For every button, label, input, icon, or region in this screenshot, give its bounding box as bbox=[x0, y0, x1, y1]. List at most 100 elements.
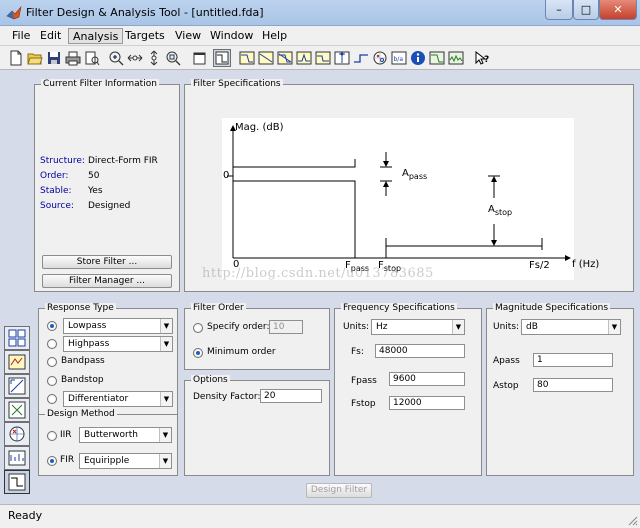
maximize-button[interactable]: □ bbox=[573, 0, 599, 20]
menu-file[interactable]: File bbox=[8, 28, 34, 44]
new-window-icon[interactable] bbox=[192, 50, 208, 66]
group-delay-icon[interactable] bbox=[296, 50, 312, 66]
chevron-down-icon: ▼ bbox=[160, 392, 172, 406]
zoom-in-icon[interactable] bbox=[108, 50, 124, 66]
freq-units-select[interactable]: Hz ▼ bbox=[371, 319, 465, 335]
astop-subscript: stop bbox=[494, 208, 513, 217]
phase-delay-icon[interactable] bbox=[315, 50, 331, 66]
minimum-order-label: Minimum order bbox=[207, 347, 276, 357]
menu-window[interactable]: Window bbox=[206, 28, 257, 44]
minimize-icon: – bbox=[556, 3, 562, 16]
print-preview-icon[interactable] bbox=[84, 50, 100, 66]
filter-coefficients-icon[interactable]: b/a bbox=[391, 50, 407, 66]
menu-help[interactable]: Help bbox=[258, 28, 291, 44]
frequency-axis-label: f (Hz) bbox=[572, 259, 600, 270]
differentiator-select[interactable]: Differentiator ▼ bbox=[63, 391, 173, 407]
differentiator-radio[interactable] bbox=[47, 394, 57, 404]
resize-grip-icon[interactable] bbox=[626, 514, 638, 526]
pole-zero-icon[interactable] bbox=[372, 50, 388, 66]
close-button[interactable]: ✕ bbox=[599, 0, 637, 20]
zoom-x-icon[interactable] bbox=[127, 50, 143, 66]
filter-manager-button[interactable]: Filter Manager ... bbox=[42, 274, 172, 288]
apass-input[interactable]: 1 bbox=[533, 353, 613, 367]
fir-method-select[interactable]: Equiripple ▼ bbox=[79, 453, 172, 469]
astop-input[interactable]: 80 bbox=[533, 378, 613, 392]
impulse-response-icon[interactable] bbox=[334, 50, 350, 66]
open-folder-icon[interactable] bbox=[27, 50, 43, 66]
iir-label: IIR bbox=[60, 430, 72, 440]
chevron-down-icon: ▼ bbox=[159, 428, 171, 442]
sidebar-import-button[interactable] bbox=[4, 398, 30, 422]
response-type-title: Response Type bbox=[45, 303, 116, 313]
step-response-icon[interactable] bbox=[353, 50, 369, 66]
close-icon: ✕ bbox=[613, 3, 623, 16]
specify-order-label: Specify order: bbox=[207, 322, 270, 332]
order-value: 50 bbox=[88, 171, 100, 181]
sidebar-design-filter-button[interactable] bbox=[4, 470, 30, 494]
structure-label: Structure: bbox=[40, 156, 85, 166]
phase-response-icon[interactable] bbox=[258, 50, 274, 66]
fstop-input-label: Fstop bbox=[351, 399, 376, 409]
iir-radio[interactable] bbox=[47, 431, 57, 441]
filter-spec-diagram: Mag. (dB) 0 0 Fpass Fstop Apass Astop Fs… bbox=[222, 118, 574, 280]
whats-this-help-icon[interactable]: ? bbox=[474, 50, 490, 66]
round-off-noise-icon[interactable] bbox=[448, 50, 464, 66]
print-icon[interactable] bbox=[65, 50, 81, 66]
mag-phase-icon[interactable] bbox=[277, 50, 293, 66]
astop-input-label: Astop bbox=[493, 381, 519, 391]
apass-label: Apass bbox=[402, 168, 427, 181]
menu-view[interactable]: View bbox=[171, 28, 205, 44]
lowpass-radio[interactable] bbox=[47, 321, 57, 331]
magnitude-response-icon[interactable] bbox=[239, 50, 255, 66]
magnitude-estimate-icon[interactable] bbox=[429, 50, 445, 66]
highpass-select[interactable]: Highpass ▼ bbox=[63, 336, 173, 352]
sidebar-quantize-button[interactable] bbox=[4, 374, 30, 398]
sidebar-multirate-button[interactable] bbox=[4, 446, 30, 470]
chevron-down-icon: ▼ bbox=[160, 319, 172, 333]
menu-edit[interactable]: Edit bbox=[36, 28, 65, 44]
zoom-y-icon[interactable] bbox=[146, 50, 162, 66]
freq-units-label: Units: bbox=[343, 322, 370, 332]
menu-targets[interactable]: Targets bbox=[121, 28, 169, 44]
freq-units-value: Hz bbox=[376, 322, 388, 332]
minimize-button[interactable]: – bbox=[545, 0, 573, 20]
bandstop-radio[interactable] bbox=[47, 376, 57, 386]
design-filter-button[interactable]: Design Filter bbox=[306, 483, 372, 498]
watermark-text: http://blog.csdn.net/u013783685 bbox=[202, 266, 434, 281]
frequency-specifications-title: Frequency Specifications bbox=[341, 303, 457, 313]
fstop-input[interactable]: 12000 bbox=[389, 396, 465, 410]
specify-order-input[interactable]: 10 bbox=[269, 320, 303, 334]
fir-radio[interactable] bbox=[47, 456, 57, 466]
minimum-order-radio[interactable] bbox=[193, 348, 203, 358]
apass-symbol: A bbox=[402, 168, 409, 179]
design-method-title: Design Method bbox=[45, 409, 117, 419]
filter-info-icon[interactable] bbox=[410, 50, 426, 66]
lowpass-select[interactable]: Lowpass ▼ bbox=[63, 318, 173, 334]
transform-filter-icon bbox=[8, 329, 26, 347]
fs-label: Fs: bbox=[351, 347, 364, 357]
quantize-icon bbox=[8, 377, 26, 395]
sidebar-pole-zero-editor-button[interactable] bbox=[4, 422, 30, 446]
iir-method-select[interactable]: Butterworth ▼ bbox=[79, 427, 172, 443]
bandpass-radio[interactable] bbox=[47, 357, 57, 367]
highpass-radio[interactable] bbox=[47, 339, 57, 349]
mag-units-select[interactable]: dB ▼ bbox=[521, 319, 621, 335]
density-factor-input[interactable]: 20 bbox=[260, 389, 322, 403]
matlab-logo-icon bbox=[6, 5, 22, 20]
specify-order-radio[interactable] bbox=[193, 323, 203, 333]
density-factor-label: Density Factor: bbox=[193, 392, 261, 402]
filter-specs-icon[interactable] bbox=[213, 49, 231, 67]
sidebar-realize-button[interactable] bbox=[4, 350, 30, 374]
new-file-icon[interactable] bbox=[8, 50, 24, 66]
chevron-down-icon: ▼ bbox=[608, 320, 620, 334]
fpass-input[interactable]: 9600 bbox=[389, 372, 465, 386]
full-view-icon[interactable] bbox=[165, 50, 181, 66]
fir-method-value: Equiripple bbox=[84, 456, 130, 466]
store-filter-button[interactable]: Store Filter ... bbox=[42, 255, 172, 269]
options-title: Options bbox=[191, 375, 230, 385]
menu-analysis[interactable]: Analysis bbox=[68, 28, 124, 44]
astop-label: Astop bbox=[488, 204, 512, 217]
fs-input[interactable]: 48000 bbox=[375, 344, 465, 358]
sidebar-transform-button[interactable] bbox=[4, 326, 30, 350]
save-icon[interactable] bbox=[46, 50, 62, 66]
